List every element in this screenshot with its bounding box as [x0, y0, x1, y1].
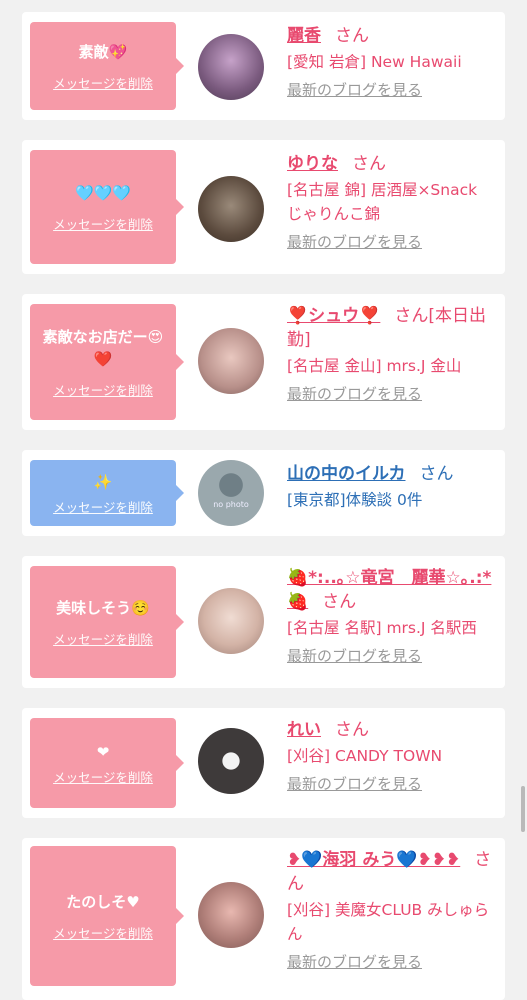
message-text: 素敵💖: [78, 42, 128, 61]
message-bubble: ✨ メッセージを削除: [30, 460, 184, 526]
shop-info: [刈谷] 美魔女CLUB みしゅらん: [287, 901, 490, 943]
message-card: 素敵なお店だー😍❤️ メッセージを削除 ❣️シュウ❣️ さん[本日出勤] [名古屋…: [22, 294, 505, 430]
message-text: ❤︎: [96, 742, 110, 761]
message-text: 🩵🩵🩵: [74, 183, 132, 202]
message-text: 素敵なお店だー😍❤️: [42, 327, 164, 368]
message-text: ✨: [93, 472, 113, 491]
no-photo-label: no photo: [213, 500, 249, 509]
shop-info: [名古屋 錦] 居酒屋×Snack じゃりんこ錦: [287, 181, 478, 223]
latest-blog-link[interactable]: 最新のブログを見る: [287, 80, 497, 100]
sender-name-link[interactable]: ❣️シュウ❣️: [287, 306, 380, 326]
message-bubble: 素敵💖 メッセージを削除: [30, 22, 184, 110]
message-bubble: たのしそ♥ メッセージを削除: [30, 846, 184, 986]
delete-message-link[interactable]: メッセージを削除: [53, 497, 153, 516]
avatar[interactable]: [198, 728, 264, 794]
shop-info: [東京都]体験談 0件: [287, 491, 423, 509]
scrollbar-thumb[interactable]: [521, 786, 525, 832]
avatar[interactable]: [198, 176, 264, 242]
message-text: たのしそ♥: [66, 892, 140, 911]
latest-blog-link[interactable]: 最新のブログを見る: [287, 384, 497, 404]
honorific: さん: [322, 592, 357, 612]
sender-name-link[interactable]: ゆりな: [287, 154, 338, 174]
message-card: 美味しそう☺️ メッセージを削除 🍓*:..｡☆竜宮 麗華☆｡.:*🍓 さん [名…: [22, 556, 505, 688]
avatar-no-photo[interactable]: no photo: [198, 460, 264, 526]
message-text: 美味しそう☺️: [56, 598, 150, 617]
shop-info: [愛知 岩倉] New Hawaii: [287, 53, 462, 71]
message-card: ✨ メッセージを削除 no photo 山の中のイルカ さん [東京都]体験談 0…: [22, 450, 505, 536]
honorific: さん: [419, 464, 454, 484]
avatar[interactable]: [198, 882, 264, 948]
shop-info: [刈谷] CANDY TOWN: [287, 747, 443, 765]
sender-name-link[interactable]: ❥💙海羽 みう💙❥❥❥: [287, 850, 460, 870]
latest-blog-link[interactable]: 最新のブログを見る: [287, 646, 497, 666]
message-card: 🩵🩵🩵 メッセージを削除 ゆりな さん [名古屋 錦] 居酒屋×Snack じゃり…: [22, 140, 505, 274]
honorific: さん: [335, 26, 369, 46]
latest-blog-link[interactable]: 最新のブログを見る: [287, 952, 497, 972]
shop-info: [名古屋 金山] mrs.J 金山: [287, 357, 462, 375]
message-card: 素敵💖 メッセージを削除 麗香 さん [愛知 岩倉] New Hawaii 最新の…: [22, 12, 505, 120]
honorific: さん: [352, 154, 386, 174]
honorific: さん: [335, 720, 369, 740]
avatar[interactable]: [198, 328, 264, 394]
latest-blog-link[interactable]: 最新のブログを見る: [287, 774, 497, 794]
delete-message-link[interactable]: メッセージを削除: [53, 923, 153, 942]
delete-message-link[interactable]: メッセージを削除: [53, 629, 153, 648]
message-bubble: 素敵なお店だー😍❤️ メッセージを削除: [30, 304, 184, 420]
sender-name-link[interactable]: れい: [287, 720, 321, 740]
delete-message-link[interactable]: メッセージを削除: [53, 380, 153, 399]
message-bubble: ❤︎ メッセージを削除: [30, 718, 184, 808]
latest-blog-link[interactable]: 最新のブログを見る: [287, 232, 497, 252]
message-bubble: 美味しそう☺️ メッセージを削除: [30, 566, 184, 678]
message-card: たのしそ♥ メッセージを削除 ❥💙海羽 みう💙❥❥❥ さん [刈谷] 美魔女CLU…: [22, 838, 505, 1000]
message-card: ❤︎ メッセージを削除 れい さん [刈谷] CANDY TOWN 最新のブログを…: [22, 708, 505, 818]
sender-name-link[interactable]: 🍓*:..｡☆竜宮 麗華☆｡.:*🍓: [287, 568, 491, 612]
delete-message-link[interactable]: メッセージを削除: [53, 214, 153, 233]
avatar[interactable]: [198, 588, 264, 654]
delete-message-link[interactable]: メッセージを削除: [53, 73, 153, 92]
sender-name-link[interactable]: 麗香: [287, 26, 321, 46]
avatar[interactable]: [198, 34, 264, 100]
delete-message-link[interactable]: メッセージを削除: [53, 767, 153, 786]
sender-name-link[interactable]: 山の中のイルカ: [287, 464, 406, 484]
message-bubble: 🩵🩵🩵 メッセージを削除: [30, 150, 184, 264]
shop-info: [名古屋 名駅] mrs.J 名駅西: [287, 619, 477, 637]
